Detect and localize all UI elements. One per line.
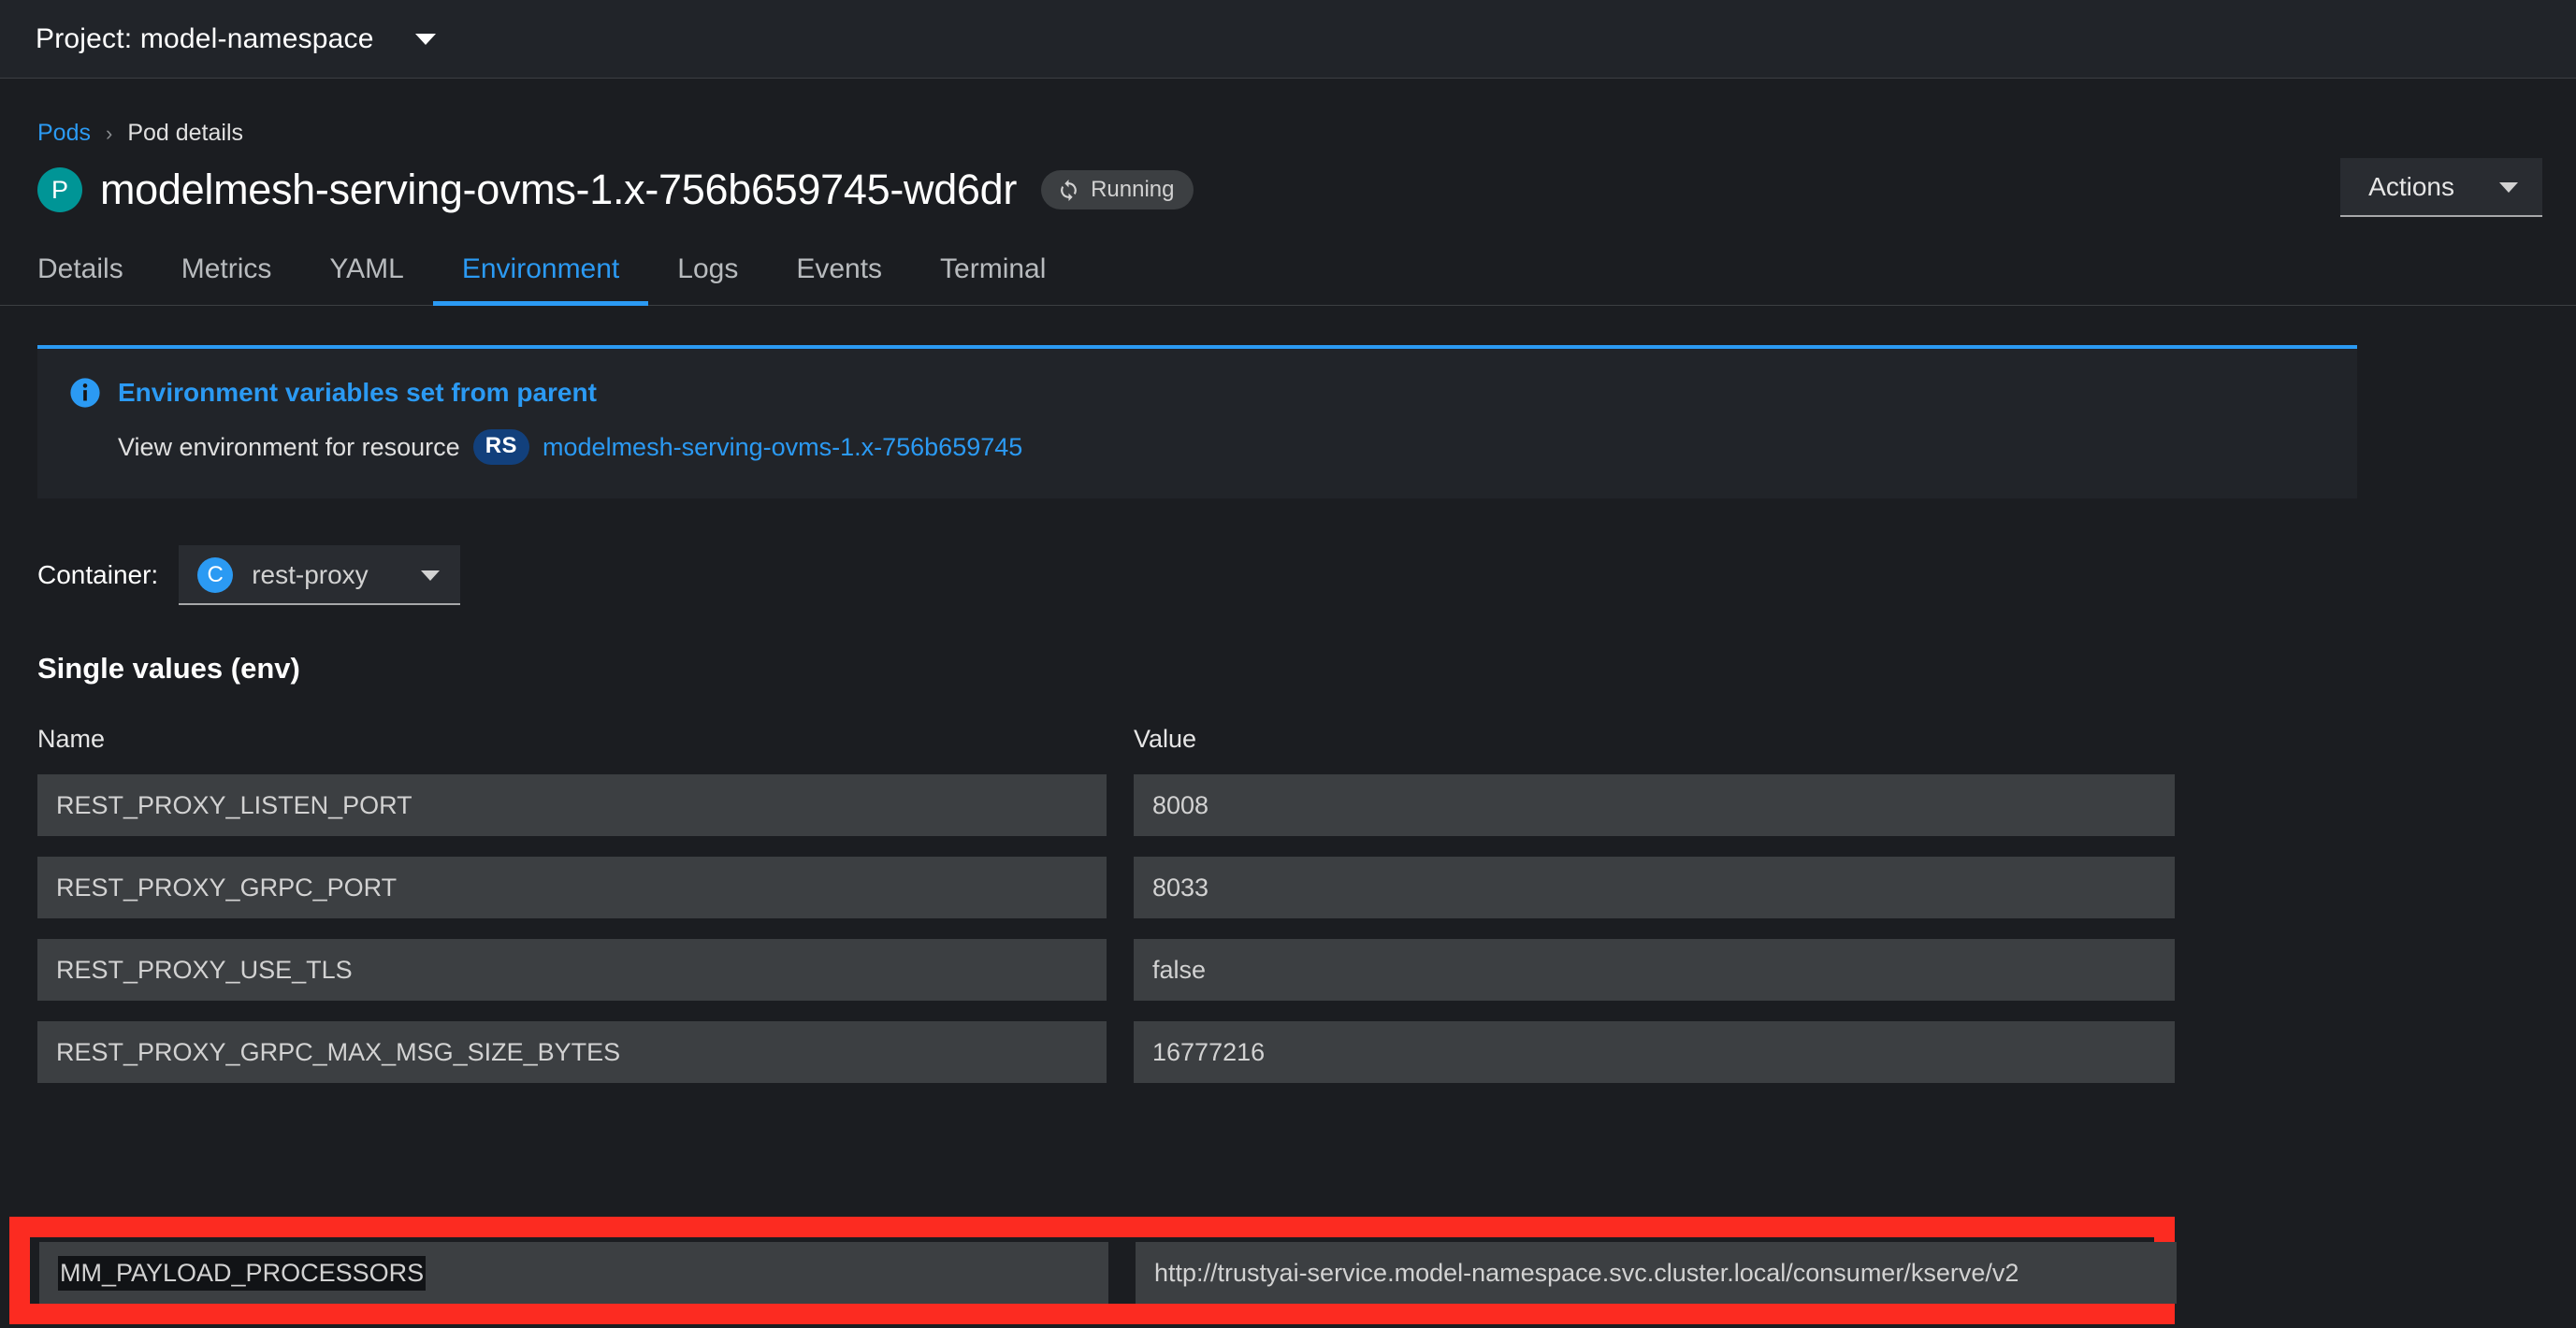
container-selector-label: Container: <box>37 560 159 589</box>
container-selector-row: Container: C rest-proxy <box>0 498 2576 605</box>
parent-env-alert: Environment variables set from parent Vi… <box>37 345 2357 498</box>
tab-logs[interactable]: Logs <box>648 253 767 305</box>
env-name-input[interactable]: REST_PROXY_USE_TLS <box>37 939 1107 1001</box>
alert-title: Environment variables set from parent <box>118 378 597 407</box>
pod-kind-icon: P <box>37 167 82 212</box>
page-title: modelmesh-serving-ovms-1.x-756b659745-wd… <box>100 166 1018 213</box>
env-value-input-highlighted[interactable]: http://trustyai-service.model-namespace.… <box>1136 1242 2177 1304</box>
project-selector[interactable]: Project: model-namespace <box>36 23 436 55</box>
tab-metrics[interactable]: Metrics <box>152 253 301 305</box>
tab-terminal[interactable]: Terminal <box>911 253 1075 305</box>
page-header: P modelmesh-serving-ovms-1.x-756b659745-… <box>0 147 2576 217</box>
chevron-down-icon <box>2499 181 2518 193</box>
env-value-input[interactable]: 8008 <box>1134 774 2175 836</box>
env-table-header: Name Value <box>37 725 2576 754</box>
tab-events[interactable]: Events <box>767 253 911 305</box>
status-badge-label: Running <box>1091 177 1175 202</box>
alert-body: View environment for resource RS modelme… <box>69 429 2325 465</box>
env-name-selected-text: MM_PAYLOAD_PROCESSORS <box>58 1255 427 1291</box>
breadcrumb-item-pods[interactable]: Pods <box>37 120 91 147</box>
highlight-annotation-box: MM_PAYLOAD_PROCESSORS http://trustyai-se… <box>9 1217 2177 1324</box>
env-value-input[interactable]: 8033 <box>1134 857 2175 918</box>
env-value-input[interactable]: 16777216 <box>1134 1021 2175 1083</box>
container-selector-value: rest-proxy <box>252 560 369 589</box>
breadcrumb-item-current: Pod details <box>127 120 244 146</box>
env-name-input[interactable]: REST_PROXY_LISTEN_PORT <box>37 774 1107 836</box>
env-row: REST_PROXY_LISTEN_PORT 8008 <box>37 774 2576 836</box>
env-name-input[interactable]: REST_PROXY_GRPC_PORT <box>37 857 1107 918</box>
info-circle-icon <box>69 377 101 409</box>
breadcrumb: Pods › Pod details <box>0 79 2576 147</box>
column-header-name: Name <box>37 725 106 753</box>
sync-icon <box>1057 179 1080 202</box>
column-header-value: Value <box>1134 725 1197 753</box>
env-section-title: Single values (env) <box>37 652 300 685</box>
env-table: Name Value REST_PROXY_LISTEN_PORT 8008 R… <box>0 725 2576 1083</box>
alert-header: Environment variables set from parent <box>69 377 2325 409</box>
tab-yaml[interactable]: YAML <box>300 253 432 305</box>
actions-button-label: Actions <box>2368 172 2454 201</box>
env-row: REST_PROXY_GRPC_MAX_MSG_SIZE_BYTES 16777… <box>37 1021 2576 1083</box>
tab-environment[interactable]: Environment <box>432 253 649 306</box>
env-row: REST_PROXY_USE_TLS false <box>37 939 2576 1001</box>
project-bar: Project: model-namespace <box>0 0 2576 79</box>
env-row-highlighted: MM_PAYLOAD_PROCESSORS http://trustyai-se… <box>30 1237 2177 1304</box>
env-name-input[interactable]: REST_PROXY_GRPC_MAX_MSG_SIZE_BYTES <box>37 1021 1107 1083</box>
tab-details[interactable]: Details <box>37 253 152 305</box>
container-kind-icon: C <box>197 557 234 593</box>
project-selector-label: Project: model-namespace <box>36 22 374 54</box>
pod-tabs: Details Metrics YAML Environment Logs Ev… <box>0 253 2576 306</box>
actions-button[interactable]: Actions <box>2340 158 2542 217</box>
replicaset-kind-icon: RS <box>472 429 530 465</box>
env-name-input-highlighted[interactable]: MM_PAYLOAD_PROCESSORS <box>39 1242 1108 1304</box>
container-selector[interactable]: C rest-proxy <box>179 545 460 605</box>
breadcrumb-separator-icon: › <box>105 121 113 145</box>
env-value-input[interactable]: false <box>1134 939 2175 1001</box>
alert-body-prefix: View environment for resource <box>118 432 460 461</box>
alert-resource-link[interactable]: modelmesh-serving-ovms-1.x-756b659745 <box>543 433 1022 462</box>
pod-details-page: Pods › Pod details P modelmesh-serving-o… <box>0 79 2576 1328</box>
chevron-down-icon <box>414 33 436 45</box>
env-row: REST_PROXY_GRPC_PORT 8033 <box>37 857 2576 918</box>
status-badge: Running <box>1041 170 1194 209</box>
chevron-down-icon <box>420 570 440 581</box>
